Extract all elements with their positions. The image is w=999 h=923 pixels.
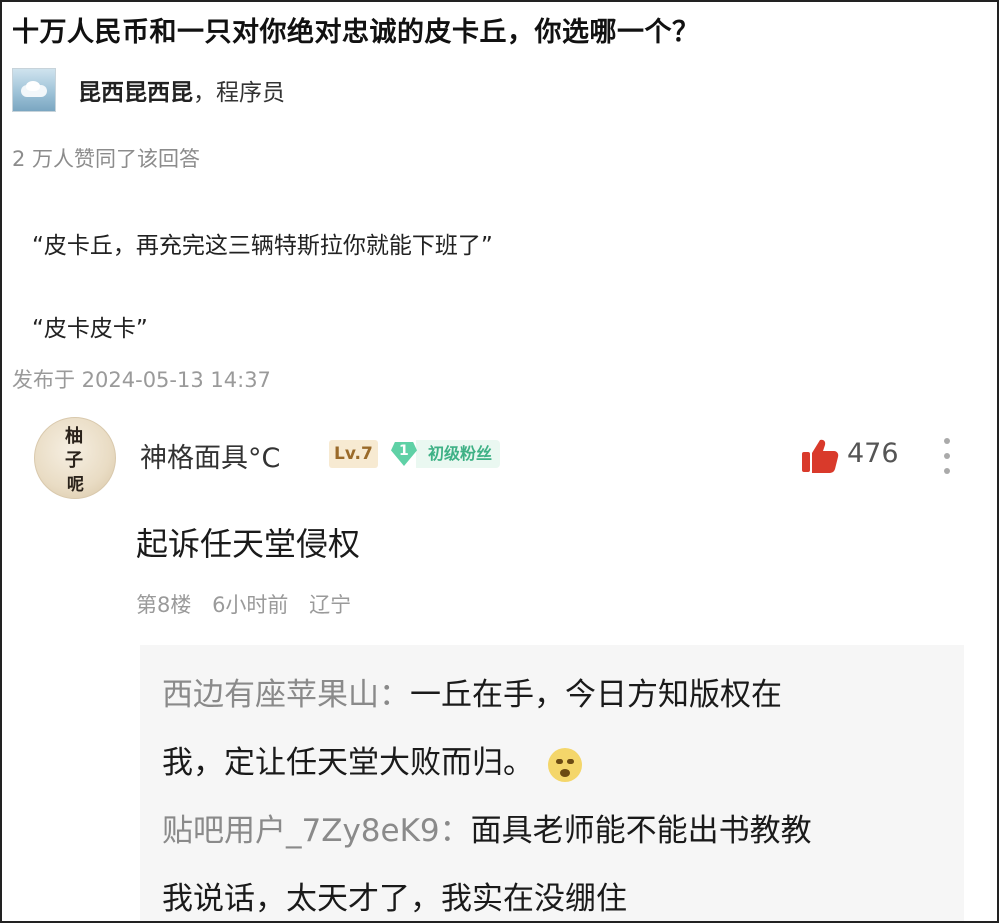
author-title: ，程序员 [193,80,285,106]
avatar-calligraphy: 呢 [67,475,84,495]
question-title[interactable]: 十万人民币和一只对你绝对忠诚的皮卡丘，你选哪一个？ [12,10,700,49]
reply-list[interactable]: 西边有座苹果山：一丘在手，今日方知版权在 我，定让任天堂大败而归。 贴吧用户_7… [140,645,964,921]
author-name[interactable]: 昆西昆西昆 [78,73,193,107]
reply-text: 一丘在手，今日方知版权在 [410,677,782,713]
publish-time: 发布于 2024-05-13 14:37 [12,368,271,392]
embarrassed-emoji-icon [548,747,582,782]
answer-paragraph: “皮卡皮卡” [32,316,148,342]
comment-floor: 第8楼 [136,593,192,617]
like-count: 476 [847,438,899,469]
reply-item-continued: 我说话，太天才了，我实在没绷住 [162,873,627,918]
author-avatar[interactable] [12,68,56,112]
level-badge: Lv.7 [329,440,378,468]
avatar-calligraphy: 柚 [65,426,83,447]
reply-item-continued: 我，定让任天堂大败而归。 [162,737,582,782]
fan-badge: 1 初级粉丝 [388,438,501,470]
comment-time: 6小时前 [212,593,289,617]
avatar-calligraphy: 子 [65,450,83,471]
reply-item[interactable]: 西边有座苹果山：一丘在手，今日方知版权在 [162,669,782,714]
reply-user[interactable]: 贴吧用户_7Zy8eK9： [162,813,471,849]
reply-item[interactable]: 贴吧用户_7Zy8eK9：面具老师能不能出书教教 [162,805,812,850]
commenter-name[interactable]: 神格面具°C [140,436,280,475]
comment-location: 辽宁 [309,593,352,617]
answer-likes-count: 2 万人赞同了该回答 [12,147,201,171]
fan-gem-icon: 1 [388,439,422,469]
answer-paragraph: “皮卡丘，再充完这三辆特斯拉你就能下班了” [32,233,493,259]
answer-author-row[interactable]: 昆西昆西昆 ，程序员 [12,68,285,112]
reply-user[interactable]: 西边有座苹果山： [162,677,410,713]
comment-text: 起诉任天堂侵权 [136,525,361,563]
commenter-avatar[interactable]: 柚 子 呢 [34,417,116,499]
reply-text: 我，定让任天堂大败而归。 [162,745,534,781]
comment-meta: 第8楼 6小时前 辽宁 [136,589,365,619]
thumbs-up-icon[interactable] [800,436,840,476]
fan-badge-label: 初级粉丝 [416,440,501,468]
reply-text: 我说话，太天才了，我实在没绷住 [162,881,627,917]
reply-text: 面具老师能不能出书教教 [470,813,812,849]
more-options-icon[interactable] [940,438,954,474]
